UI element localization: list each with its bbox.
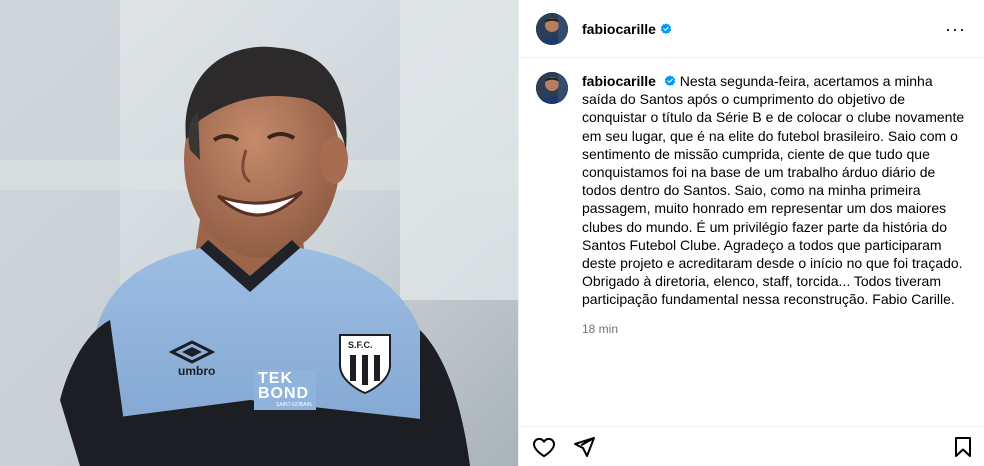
caption-text-block: fabiocarille Nesta segunda-feira, acerta…	[582, 72, 970, 309]
caption-text: Nesta segunda-feira, acertamos a minha s…	[582, 73, 965, 308]
caption-avatar[interactable]	[536, 72, 568, 104]
caption-timestamp[interactable]: 18 min	[582, 322, 970, 336]
post-image[interactable]: umbro S.F.C. TEK BOND SAINT-GOBAIN	[0, 0, 518, 466]
shirt-brand-text: umbro	[178, 364, 216, 378]
caption-username[interactable]: fabiocarille	[582, 73, 656, 89]
crest-text: S.F.C.	[348, 340, 373, 350]
post-panel: fabiocarille ··· fabiocarille Nesta segu…	[518, 0, 984, 466]
verified-badge-icon	[660, 22, 672, 34]
bookmark-icon[interactable]	[951, 435, 975, 459]
action-bar	[519, 426, 984, 466]
caption-body: fabiocarille Nesta segunda-feira, acerta…	[582, 72, 970, 336]
more-options-button[interactable]: ···	[941, 16, 970, 42]
caption-comment: fabiocarille Nesta segunda-feira, acerta…	[519, 58, 984, 336]
header-username[interactable]: fabiocarille	[582, 21, 656, 37]
post-header: fabiocarille ···	[519, 0, 984, 58]
heart-icon[interactable]	[532, 435, 556, 459]
paper-plane-icon[interactable]	[572, 435, 596, 459]
caption-verified-badge-icon	[664, 75, 676, 87]
sponsor-subline: SAINT-GOBAIN	[276, 402, 312, 408]
sponsor-line-2: BOND	[258, 385, 310, 402]
avatar[interactable]	[536, 12, 568, 45]
